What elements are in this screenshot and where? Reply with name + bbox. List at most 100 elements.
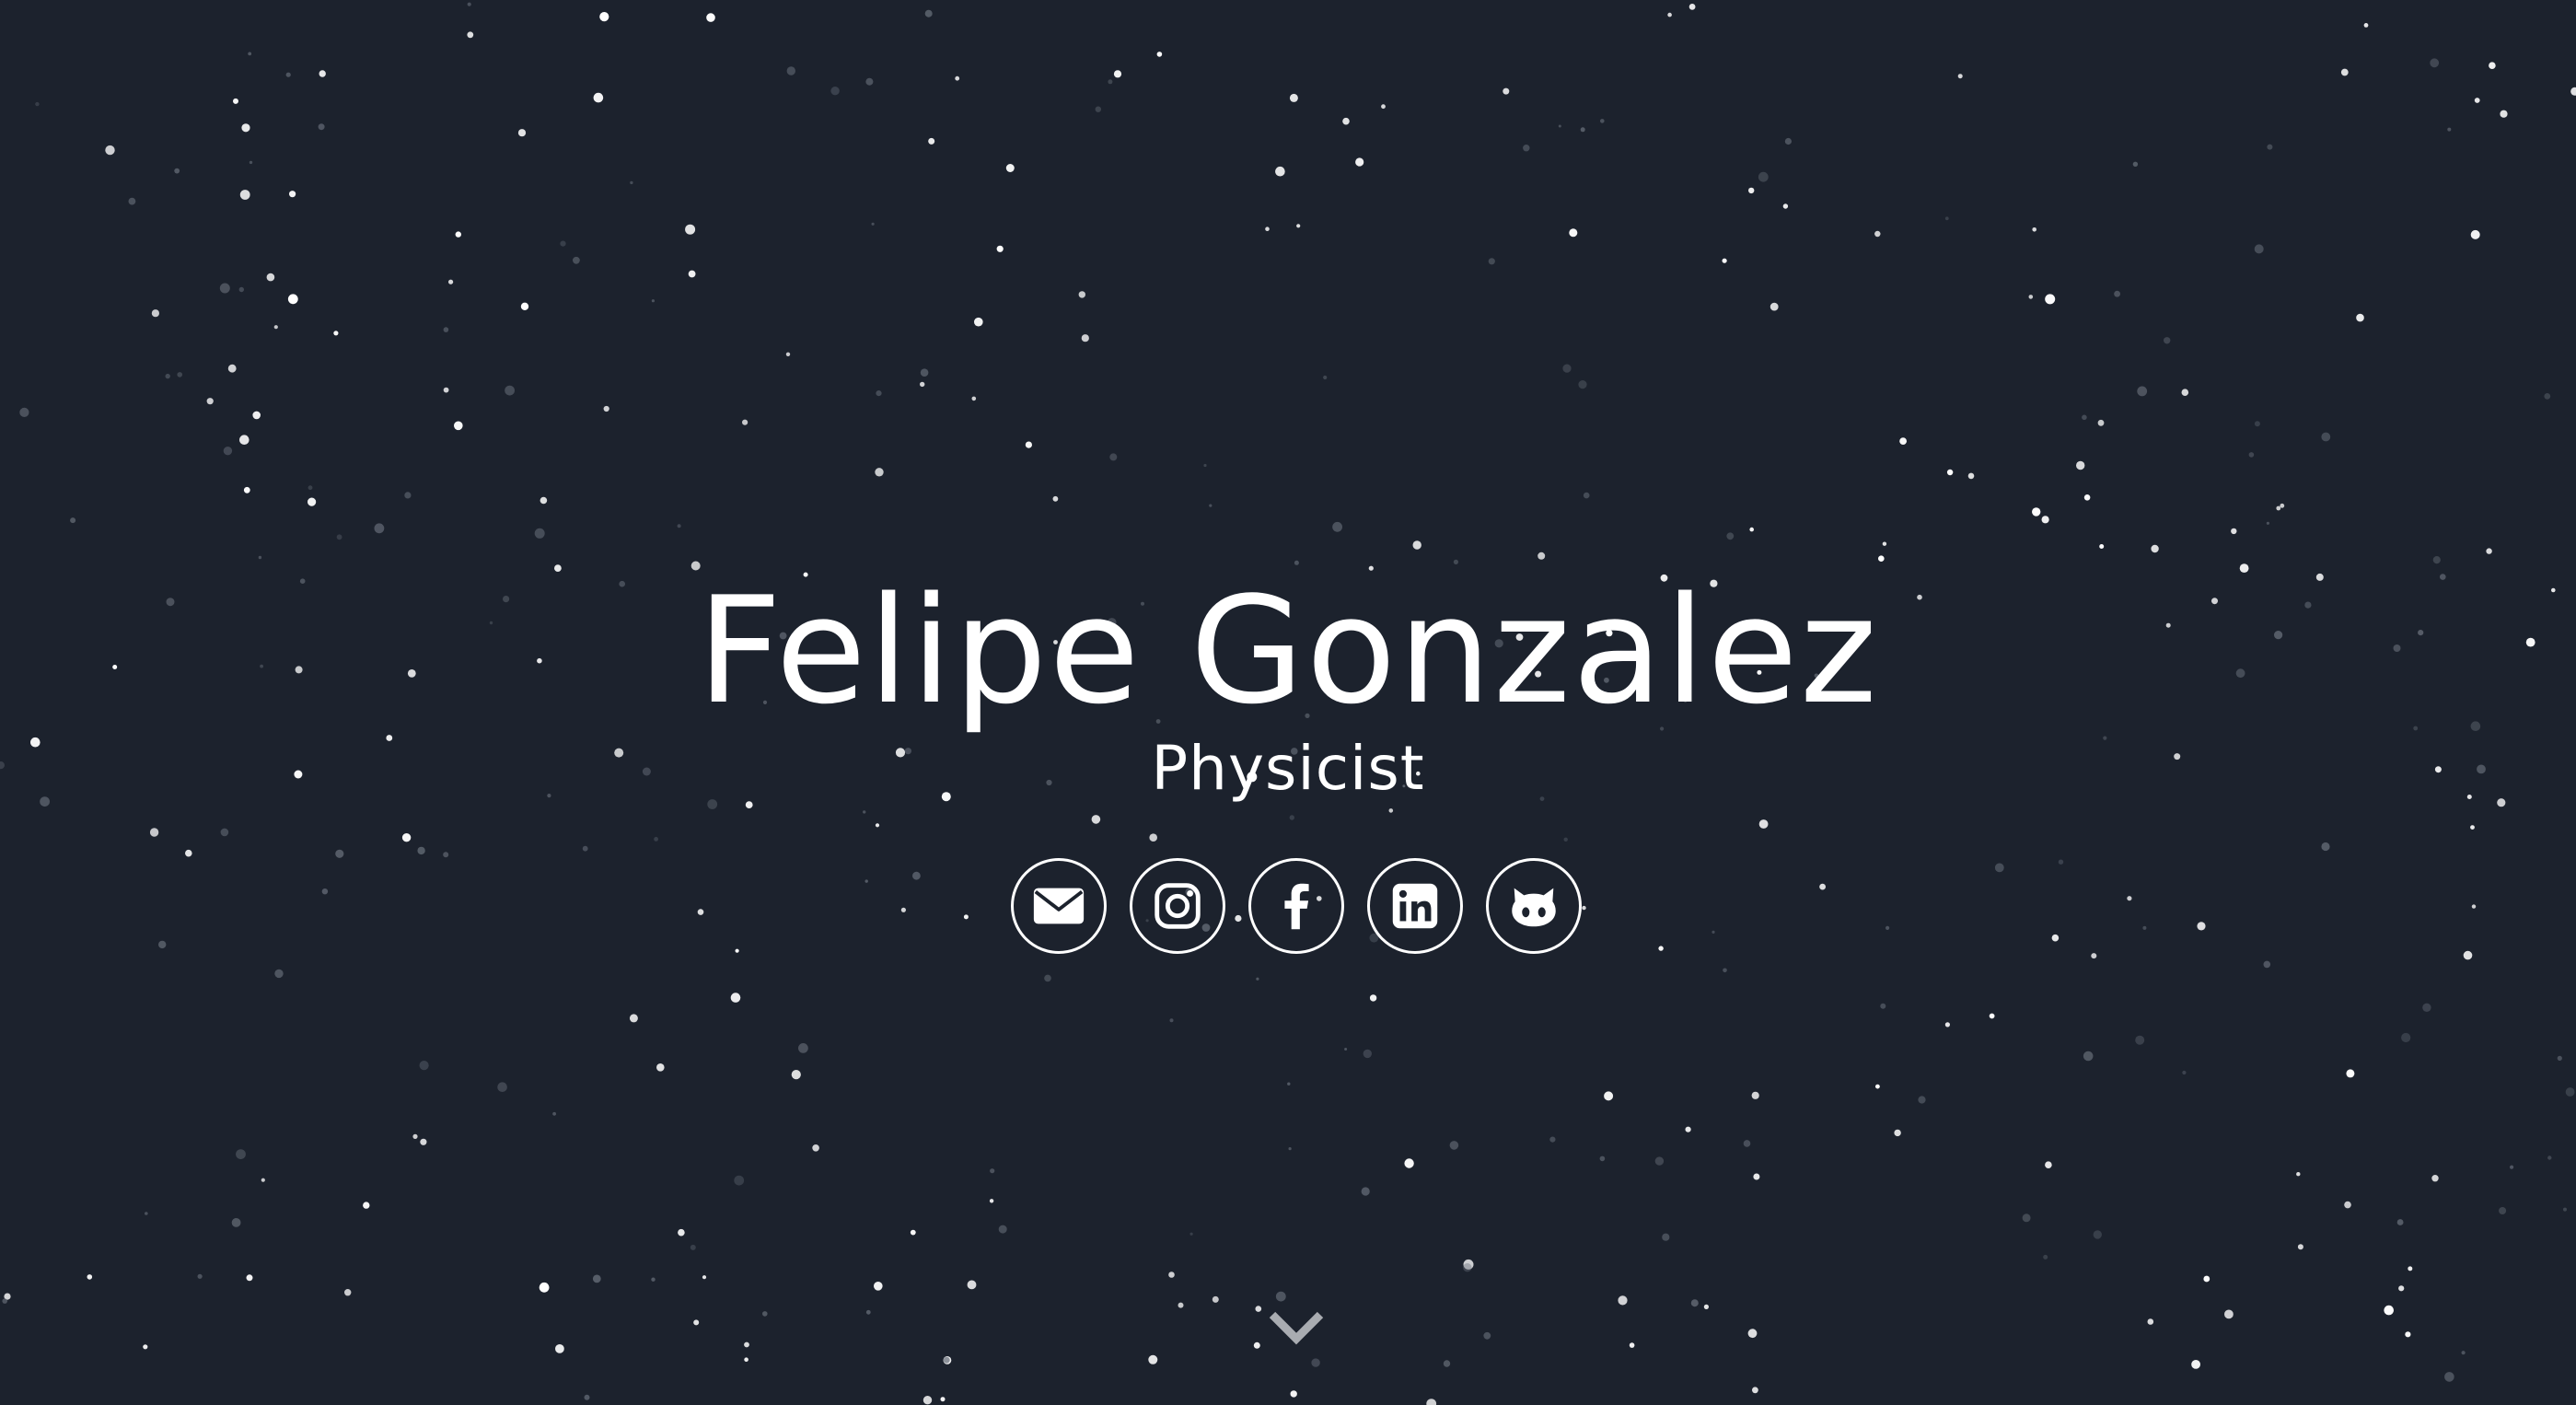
star xyxy=(2384,1305,2394,1316)
star xyxy=(693,1319,700,1326)
star xyxy=(1095,106,1102,112)
star xyxy=(1582,905,1586,911)
star xyxy=(2045,1161,2052,1168)
star xyxy=(2151,544,2159,553)
star xyxy=(812,1144,819,1152)
star xyxy=(454,421,463,431)
star xyxy=(1381,104,1386,110)
star xyxy=(2363,23,2369,28)
star xyxy=(289,191,296,198)
star xyxy=(2396,1219,2404,1225)
star xyxy=(735,948,739,953)
star xyxy=(1081,334,1089,343)
star xyxy=(143,1344,148,1350)
star xyxy=(236,1149,246,1159)
star xyxy=(989,1199,994,1203)
star xyxy=(730,993,741,1003)
instagram-button[interactable] xyxy=(1130,858,1225,954)
star xyxy=(1091,815,1101,824)
star xyxy=(928,137,935,145)
star xyxy=(248,52,252,56)
star xyxy=(690,1244,696,1250)
star xyxy=(560,240,566,247)
star xyxy=(1875,1084,1880,1089)
star xyxy=(443,327,449,332)
star xyxy=(555,1344,564,1353)
email-button[interactable] xyxy=(1011,858,1107,954)
star xyxy=(1108,79,1113,85)
star xyxy=(2499,1207,2507,1214)
star xyxy=(505,385,515,396)
star xyxy=(2254,421,2260,427)
star xyxy=(651,299,656,303)
star xyxy=(971,396,977,401)
star xyxy=(1332,521,1342,532)
star xyxy=(688,270,696,278)
star xyxy=(1994,863,2004,873)
star xyxy=(1667,12,1672,17)
star xyxy=(744,1357,748,1362)
star xyxy=(1361,1187,1370,1196)
star xyxy=(1296,224,1301,228)
facebook-icon xyxy=(1284,883,1309,930)
linkedin-button[interactable] xyxy=(1367,858,1463,954)
star xyxy=(1113,70,1122,78)
star xyxy=(274,969,284,979)
github-button[interactable] xyxy=(1486,858,1582,954)
star xyxy=(654,837,658,842)
star xyxy=(1549,1136,1556,1143)
star xyxy=(174,168,180,174)
star xyxy=(910,1229,916,1236)
star xyxy=(520,302,529,310)
star xyxy=(2547,1155,2552,1160)
star xyxy=(593,92,604,103)
star xyxy=(420,1138,427,1145)
star xyxy=(2346,1069,2355,1078)
star xyxy=(1503,87,1510,95)
star xyxy=(1753,1173,1760,1180)
star xyxy=(448,279,454,284)
star xyxy=(830,87,840,96)
star xyxy=(2431,1175,2439,1182)
star xyxy=(1052,495,1059,502)
star xyxy=(762,1311,768,1317)
star xyxy=(158,940,167,949)
star xyxy=(285,72,291,77)
star xyxy=(2266,521,2269,525)
star xyxy=(2028,295,2034,299)
star xyxy=(1287,1082,1291,1086)
star xyxy=(149,828,159,837)
star xyxy=(307,485,313,491)
star xyxy=(1149,833,1157,842)
star xyxy=(497,1082,507,1092)
star xyxy=(940,1397,946,1402)
star xyxy=(87,1274,93,1280)
star xyxy=(1443,1360,1451,1367)
star xyxy=(1580,127,1585,133)
star xyxy=(1882,541,1887,546)
star xyxy=(2398,1285,2405,1292)
star xyxy=(863,810,866,814)
star xyxy=(967,1280,977,1290)
star xyxy=(307,497,317,506)
star xyxy=(412,1133,418,1139)
star xyxy=(1449,1141,1459,1150)
star xyxy=(1685,1126,1691,1132)
star xyxy=(419,1061,429,1071)
scroll-down-button[interactable] xyxy=(1267,1307,1326,1348)
star xyxy=(238,286,244,293)
star xyxy=(1290,1390,1297,1398)
star xyxy=(1209,504,1213,507)
star xyxy=(249,160,253,165)
facebook-button[interactable] xyxy=(1248,858,1344,954)
star xyxy=(1944,1022,1950,1028)
star xyxy=(2405,1331,2411,1338)
star xyxy=(2280,503,2285,508)
star xyxy=(1784,137,1792,145)
star xyxy=(552,1111,556,1116)
page-title: Felipe Gonzalez xyxy=(697,564,1879,737)
star xyxy=(573,256,580,264)
star xyxy=(1275,166,1285,177)
star xyxy=(924,9,933,17)
star xyxy=(742,419,748,425)
